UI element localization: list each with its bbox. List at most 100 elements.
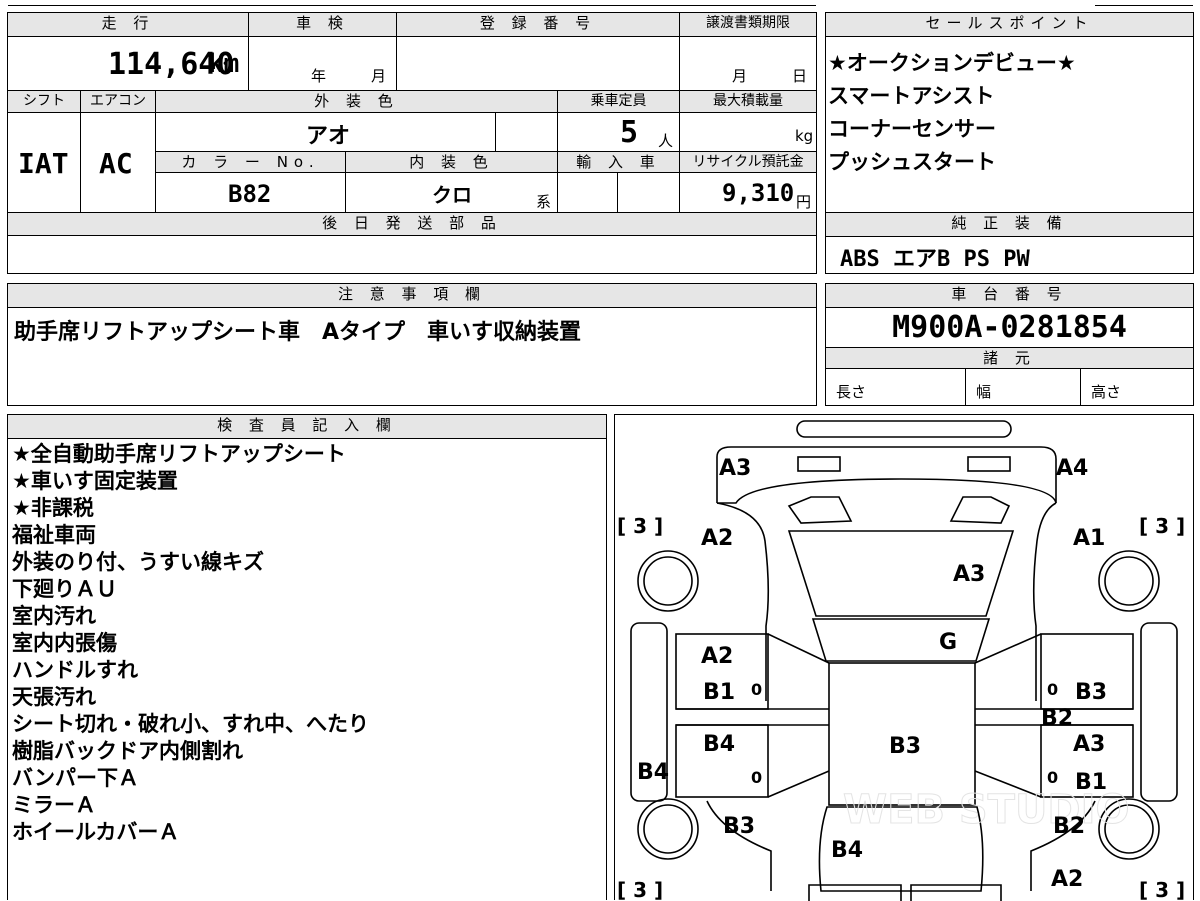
damage-rear-door-left: B4 [703,732,735,757]
equipment-label: 純 正 装 備 [826,213,1193,237]
front-grille-right [949,496,1011,524]
door-mark: 0 [1047,768,1058,787]
transfer-deadline-label: 譲渡書類期限 [679,13,816,37]
damage-roof: B3 [889,734,921,759]
damage-rear-quarter-right: B2 [1053,814,1085,839]
specs-label: 諸 元 [826,347,1193,369]
inspector-line: ハンドルすれ [12,658,138,682]
inspector-label: 検 査 員 記 入 欄 [8,415,606,439]
inspector-line: ★車いす固定装置 [12,469,178,493]
inspector-line: ミラーＡ [12,793,96,817]
damage-hood: A3 [953,562,985,587]
transfer-month: 月 [732,67,748,85]
inspector-line: シート切れ・破れ小、すれ中、へたり [12,712,369,736]
door-mark: 0 [751,768,762,787]
interior-suffix: 系 [536,193,552,211]
body-right [1032,502,1057,701]
inspector-lines: ★全自動助手席リフトアップシート ★車いす固定装置 ★非課税 福祉車両 外装のり… [12,441,369,846]
side-panel-right [1140,622,1178,802]
aircon-value: AC [99,147,133,180]
recycle-unit: 円 [796,193,812,211]
transfer-day: 日 [792,67,808,85]
later-parts-label: 後 日 発 送 部 品 [8,212,816,236]
tire-label-bl: [ 3 ] [617,878,663,901]
headlight-right [967,456,1011,472]
chassis-box: 車 台 番 号 M900A-0281854 諸 元 長さ 幅 高さ [825,283,1194,406]
equipment-value: ABS エアB PS PW [840,247,1030,272]
sales-points-list: ★オークションデビュー★ スマートアシスト コーナーセンサー プッシュスタート [828,47,1076,179]
inspector-line: 室内汚れ [12,604,96,628]
color-no-cell: B82 [155,173,345,212]
damage-pillar-right: B2 [1041,706,1073,731]
inspection-month: 月 [371,67,387,85]
front-hood-edge [717,478,1057,504]
tire-front-right [1098,550,1160,612]
damage-rear-door-right-b: B1 [1075,770,1107,795]
tire-front-right-inner [1104,556,1154,606]
damage-front-door-left-b: B1 [703,680,735,705]
damage-rear-right: A2 [1051,867,1083,892]
left-door-to-roof2 [767,770,830,798]
chassis-label: 車 台 番 号 [826,284,1193,308]
mileage-label: 走 行 [8,13,248,37]
exterior-label: 外 装 色 [155,91,557,113]
inspector-line: ★全自動助手席リフトアップシート [12,442,346,466]
spec-width-cell: 幅 [965,369,1080,405]
damage-front-left: A3 [719,456,751,481]
notes-text: 助手席リフトアップシート車 Aタイプ 車いす収納装置 [14,320,582,345]
max-load-label: 最大積載量 [679,91,816,113]
rear-bumper-shape [808,884,902,901]
sales-points-box: セールスポイント ★オークションデビュー★ スマートアシスト コーナーセンサー … [825,12,1194,214]
spec-width-label: 幅 [976,383,992,401]
top-edge-line-right [1095,0,1193,6]
damage-front-right: A4 [1056,456,1088,481]
registration-label: 登 録 番 号 [396,13,679,37]
color-no-label: カ ラ ー No. [155,151,345,173]
recycle-label: リサイクル預託金 [679,151,816,173]
inspector-line: 下廻りＡＵ [12,577,117,601]
damage-trunk: B4 [831,838,863,863]
max-load-unit: kg [795,127,814,145]
equipment-box: 純 正 装 備 ABS エアB PS PW [825,212,1194,274]
sales-point-item: プッシュスタート [828,150,996,174]
interior-value: クロ [432,183,472,207]
tire-label-tl: [ 3 ] [617,514,663,538]
damage-front-door-right: B3 [1075,680,1107,705]
capacity-value: 5 [620,115,639,150]
rear-bumper-shape2 [910,884,1002,901]
mileage-cell: 114,640 km [8,37,248,90]
door-mark: 0 [1047,680,1058,699]
exterior-cell: アオ [155,113,495,151]
tire-rear-left-inner [643,804,693,854]
shift-cell: IAT [8,113,80,212]
vehicle-info-table: 走 行 車 検 登 録 番 号 譲渡書類期限 114,640 km 年 月 月 … [7,12,817,274]
sales-point-item: コーナーセンサー [828,117,996,141]
inspector-line: バンパー下Ａ [12,766,140,790]
damage-rear-door-right-a: A3 [1073,732,1105,757]
front-grille-left [787,496,853,524]
inspector-line: ★非課税 [12,496,94,520]
spec-length-cell: 長さ [826,369,965,405]
right-door-to-roof [974,633,1042,664]
inspector-box: 検 査 員 記 入 欄 ★全自動助手席リフトアップシート ★車いす固定装置 ★非… [7,414,607,900]
later-parts-cell [8,236,816,273]
damage-fender-left: A2 [701,526,733,551]
chassis-value: M900A-0281854 [892,310,1127,345]
aircon-cell: AC [80,113,155,212]
headlight-left [797,456,841,472]
inspector-line: 福祉車両 [12,523,96,547]
tire-rear-left [637,798,699,860]
registration-cell [396,37,679,90]
damage-diagram-box: WEB STUDIO [ 3 ] [ 3 ] [ 3 ] [ 3 ] A3 A4… [614,414,1194,901]
inspection-label: 車 検 [248,13,396,37]
damage-rear-quarter-left: B3 [723,814,755,839]
notes-label: 注 意 事 項 欄 [8,284,816,308]
top-edge-line [8,0,816,6]
shift-value: IAT [18,147,69,180]
tire-label-tr: [ 3 ] [1139,514,1185,538]
front-end-shape [716,446,1057,503]
inspector-line: 外装のり付、うすい線キズ [12,550,264,574]
door-mark: 0 [751,680,762,699]
spec-height-label: 高さ [1091,383,1122,401]
recycle-value: 9,310 [722,179,795,207]
